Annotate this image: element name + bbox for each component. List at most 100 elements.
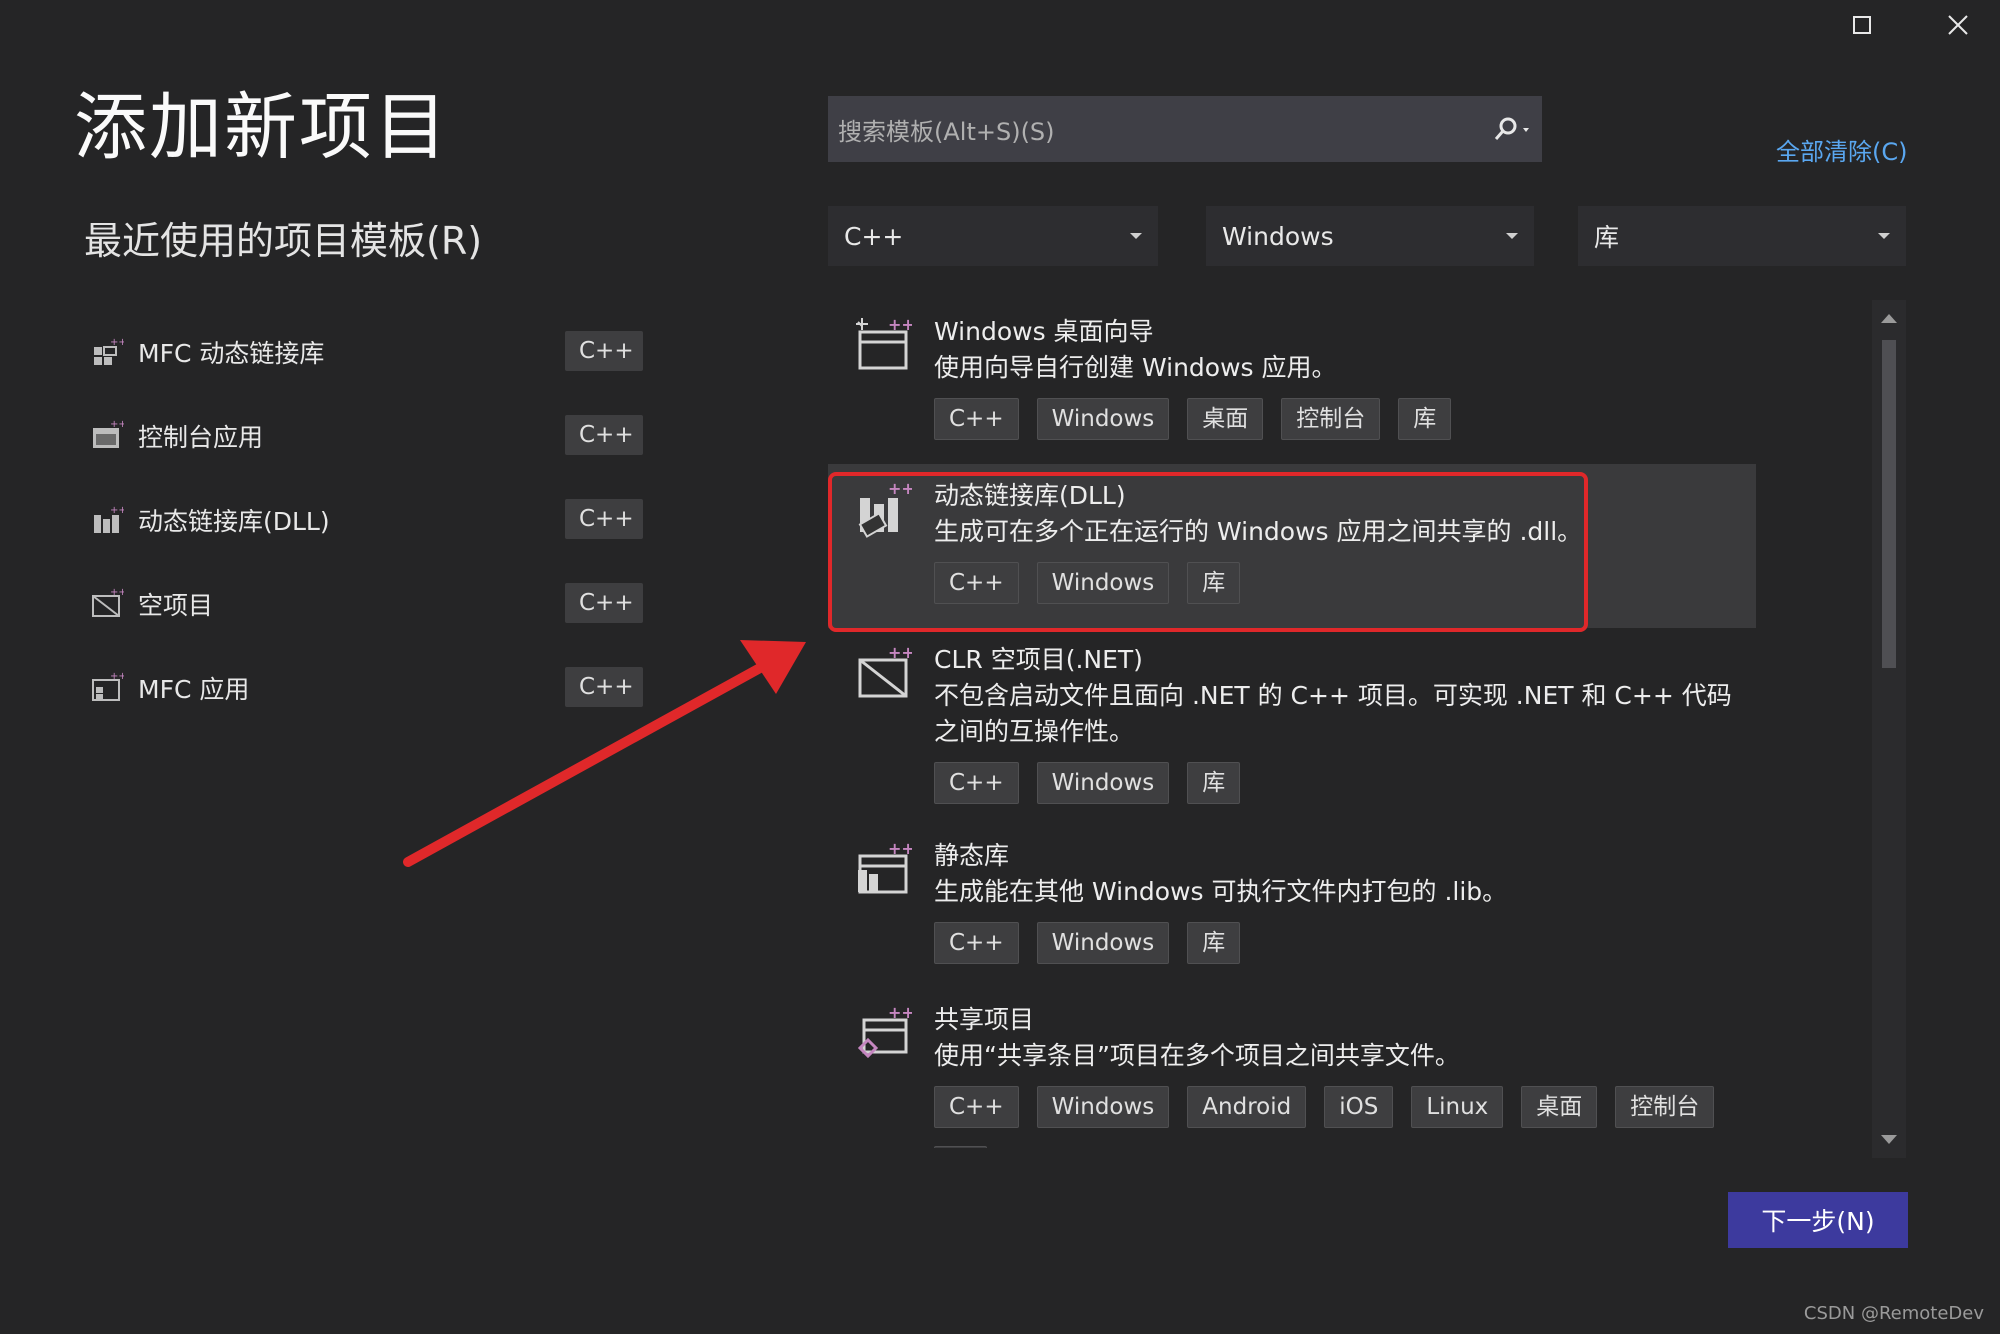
close-icon <box>1948 15 1968 35</box>
next-button[interactable]: 下一步(N) <box>1728 1192 1908 1248</box>
template-item-dll[interactable]: ++ 动态链接库(DLL) 生成可在多个正在运行的 Windows 应用之间共享… <box>828 464 1756 628</box>
language-tag: C++ <box>565 331 643 371</box>
recent-item-empty-project[interactable]: ++ 空项目 C++ <box>90 562 650 646</box>
tag: Linux <box>1411 1086 1504 1128</box>
chevron-down-icon <box>1130 233 1142 239</box>
recent-item-mfc-app[interactable]: ++ MFC 应用 C++ <box>90 646 650 730</box>
template-description: 使用向导自行创建 Windows 应用。 <box>934 353 1337 382</box>
tag: Windows <box>1036 762 1170 804</box>
template-item-clr-empty-project[interactable]: ++ CLR 空项目(.NET) 不包含启动文件且面向 .NET 的 C++ 项… <box>828 628 1756 824</box>
shared-project-icon: ++ <box>857 1004 912 1059</box>
template-item-static-lib[interactable]: ++ 静态库 生成能在其他 Windows 可执行文件内打包的 .lib。 C+… <box>828 824 1756 988</box>
svg-text:++: ++ <box>110 671 124 682</box>
tag: 库 <box>1187 762 1241 804</box>
language-tag: C++ <box>565 667 643 707</box>
scroll-down-icon[interactable] <box>1881 1135 1897 1144</box>
svg-text:++: ++ <box>110 419 124 430</box>
svg-text:++: ++ <box>888 480 912 498</box>
maximize-icon <box>1853 16 1871 34</box>
tag: 库 <box>934 1146 987 1148</box>
template-tags: C++ Windows 桌面 控制台 库 <box>934 398 1756 440</box>
template-name: CLR 空项目(.NET) <box>934 645 1143 674</box>
scrollbar-thumb[interactable] <box>1882 340 1896 668</box>
chevron-down-icon <box>1878 233 1890 239</box>
recent-item-label: 动态链接库(DLL) <box>138 507 330 536</box>
clr-empty-project-icon: ++ <box>858 644 912 698</box>
template-description: 不包含启动文件且面向 .NET 的 C++ 项目。可实现 .NET 和 C++ … <box>934 681 1732 746</box>
tag: C++ <box>934 398 1019 440</box>
search-box[interactable]: 搜索模板(Alt+S)(S) <box>828 96 1542 162</box>
template-name: 共享项目 <box>934 1005 1035 1034</box>
console-app-icon: ++ <box>93 419 124 448</box>
svg-text:++: ++ <box>888 1004 912 1022</box>
tag: C++ <box>934 1086 1019 1128</box>
template-name: 动态链接库(DLL) <box>934 481 1126 510</box>
dll-template-icon: ++ <box>858 480 912 538</box>
svg-text:++: ++ <box>110 505 124 516</box>
recent-item-console-app[interactable]: ++ 控制台应用 C++ <box>90 394 650 478</box>
recent-item-mfc-dll[interactable]: ++ MFC 动态链接库 C++ <box>90 310 650 394</box>
mfc-app-icon: ++ <box>92 671 124 701</box>
scroll-up-icon[interactable] <box>1881 314 1897 323</box>
language-filter-value: C++ <box>844 221 904 251</box>
tag: 控制台 <box>1281 398 1381 440</box>
tag: C++ <box>934 922 1019 964</box>
language-filter-dropdown[interactable]: C++ <box>828 206 1158 266</box>
project-type-filter-dropdown[interactable]: 库 <box>1578 206 1906 266</box>
svg-text:++: ++ <box>888 316 912 334</box>
template-tags: C++ Windows Android iOS Linux 桌面 控制台 库 <box>934 1086 1756 1148</box>
search-icon <box>1494 117 1529 140</box>
tag: Android <box>1187 1086 1307 1128</box>
recent-item-dll[interactable]: ++ 动态链接库(DLL) C++ <box>90 478 650 562</box>
template-tags: C++ Windows 库 <box>934 922 1756 964</box>
project-type-filter-value: 库 <box>1594 223 1620 252</box>
tag: iOS <box>1324 1086 1394 1128</box>
tag: Windows <box>1036 1086 1170 1128</box>
mfc-dll-icon: ++ <box>94 337 124 365</box>
tag: C++ <box>934 762 1019 804</box>
svg-text:++: ++ <box>888 840 912 858</box>
dll-icon: ++ <box>94 505 124 533</box>
tag: 库 <box>1187 922 1241 964</box>
tag: Windows <box>1036 922 1170 964</box>
template-tags: C++ Windows 库 <box>934 562 1756 604</box>
template-description: 使用“共享条目”项目在多个项目之间共享文件。 <box>934 1041 1460 1070</box>
recent-item-label: MFC 应用 <box>138 675 250 704</box>
platform-filter-value: Windows <box>1222 221 1334 251</box>
template-item-windows-desktop-wizard[interactable]: ++ Windows 桌面向导 使用向导自行创建 Windows 应用。 C++… <box>828 300 1756 464</box>
empty-project-icon: ++ <box>92 587 124 617</box>
template-item-shared-project[interactable]: ++ 共享项目 使用“共享条目”项目在多个项目之间共享文件。 C++ Windo… <box>828 988 1756 1148</box>
tag: C++ <box>934 562 1019 604</box>
svg-text:++: ++ <box>888 644 912 662</box>
static-lib-icon: ++ <box>858 840 912 894</box>
recent-templates-list: ++ MFC 动态链接库 C++ ++ 控制台应用 C++ ++ 动态链接库(D… <box>90 310 650 730</box>
close-button[interactable] <box>1928 4 1988 46</box>
svg-text:++: ++ <box>110 337 124 348</box>
search-button[interactable] <box>1482 115 1542 143</box>
tag: Windows <box>1036 562 1170 604</box>
tag: 库 <box>1398 398 1452 440</box>
recent-templates-title: 最近使用的项目模板(R) <box>84 219 483 263</box>
search-input[interactable]: 搜索模板(Alt+S)(S) <box>838 112 1482 147</box>
platform-filter-dropdown[interactable]: Windows <box>1206 206 1534 266</box>
clear-all-link[interactable]: 全部清除(C) <box>1776 132 1907 167</box>
recent-item-label: 空项目 <box>138 591 214 620</box>
template-name: Windows 桌面向导 <box>934 317 1154 346</box>
tag: 库 <box>1187 562 1241 604</box>
template-tags: C++ Windows 库 <box>934 762 1756 804</box>
chevron-down-icon <box>1506 233 1518 239</box>
template-description: 生成能在其他 Windows 可执行文件内打包的 .lib。 <box>934 877 1508 906</box>
tag: 控制台 <box>1615 1086 1715 1128</box>
tag: Windows <box>1036 398 1170 440</box>
tag: 桌面 <box>1187 398 1264 440</box>
recent-item-label: MFC 动态链接库 <box>138 339 325 368</box>
template-list-scrollbar[interactable] <box>1872 300 1906 1158</box>
language-tag: C++ <box>565 499 643 539</box>
template-list: ++ Windows 桌面向导 使用向导自行创建 Windows 应用。 C++… <box>828 300 1756 1148</box>
language-tag: C++ <box>565 583 643 623</box>
template-description: 生成可在多个正在运行的 Windows 应用之间共享的 .dll。 <box>934 517 1583 546</box>
recent-item-label: 控制台应用 <box>138 423 264 452</box>
language-tag: C++ <box>565 415 643 455</box>
svg-text:++: ++ <box>110 587 124 598</box>
maximize-button[interactable] <box>1832 4 1892 46</box>
